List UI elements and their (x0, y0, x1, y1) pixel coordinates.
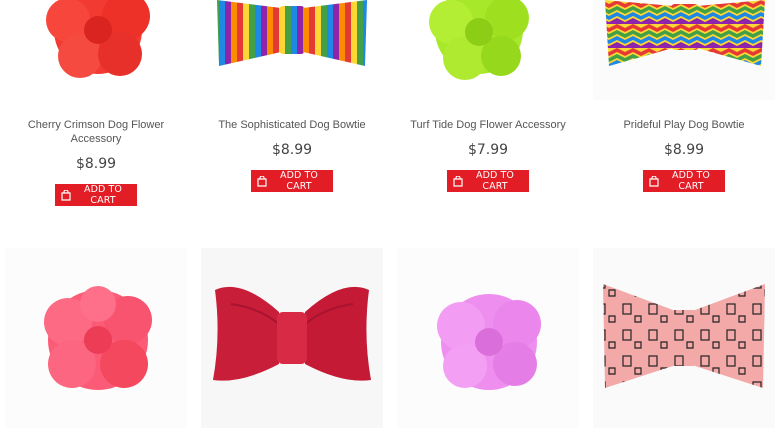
product-image-red-flower[interactable] (5, 0, 187, 100)
product-price: $8.99 (75, 156, 117, 172)
add-to-cart-label: ADD TO CART (83, 184, 123, 206)
product-image-lime-flower[interactable] (397, 0, 579, 100)
shopping-bag-icon (453, 175, 463, 187)
add-to-cart-button[interactable]: ADD TO CART (55, 184, 137, 206)
add-to-cart-button[interactable]: ADD TO CART (643, 170, 725, 192)
shopping-bag-icon (649, 175, 659, 187)
shopping-bag-icon (61, 189, 71, 201)
product-image-lilac-flower[interactable] (397, 248, 579, 428)
product-price: $7.99 (467, 142, 509, 158)
add-to-cart-label: ADD TO CART (279, 170, 319, 192)
product-image-rainbow-chevron-bowtie[interactable] (593, 0, 775, 100)
product-grid: Cherry Crimson Dog Flower Accessory $8.9… (0, 0, 780, 440)
product-image-pink-printed-bowtie[interactable] (593, 248, 775, 428)
product-price: $8.99 (271, 142, 313, 158)
product-title[interactable]: Cherry Crimson Dog Flower Accessory (5, 118, 187, 146)
add-to-cart-label: ADD TO CART (475, 170, 515, 192)
product-image-crimson-bowtie[interactable] (201, 248, 383, 428)
add-to-cart-button[interactable]: ADD TO CART (251, 170, 333, 192)
add-to-cart-label: ADD TO CART (671, 170, 711, 192)
product-title[interactable]: Turf Tide Dog Flower Accessory (397, 118, 579, 132)
product-title[interactable]: Prideful Play Dog Bowtie (593, 118, 775, 132)
product-price: $8.99 (663, 142, 705, 158)
product-image-rainbow-stripe-bowtie[interactable] (201, 0, 383, 100)
product-title[interactable]: The Sophisticated Dog Bowtie (201, 118, 383, 132)
shopping-bag-icon (257, 175, 267, 187)
add-to-cart-button[interactable]: ADD TO CART (447, 170, 529, 192)
product-image-pink-flower[interactable] (5, 248, 187, 428)
